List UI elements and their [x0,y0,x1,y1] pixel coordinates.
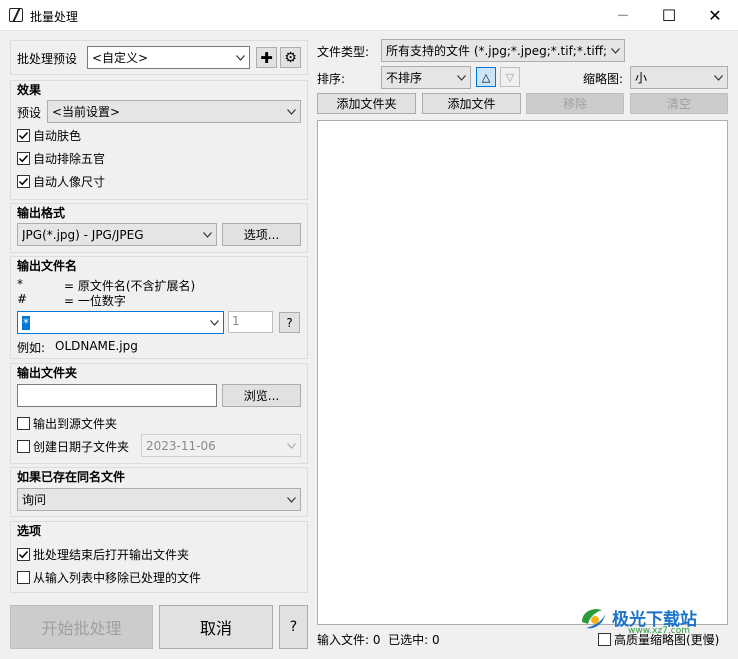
options-title: 选项 [17,524,42,538]
output-folder-input[interactable] [17,384,217,407]
cancel-button[interactable]: 取消 [159,605,273,649]
file-list[interactable] [317,120,728,625]
auto-exclude-features-checkbox[interactable]: 自动排除五官 [17,150,105,167]
digit-count-input[interactable]: 1 [228,311,273,333]
legend-symbol: * [17,277,23,291]
chevron-down-icon [282,435,300,456]
add-preset-button[interactable]: ✚ [256,47,277,68]
remove-button[interactable]: 移除 [526,93,624,114]
checkbox-box [598,633,611,646]
filetype-value: 所有支持的文件 (*.jpg;*.jpeg;*.tif;*.tiff;*.h [386,44,606,58]
triangle-up-icon: △ [481,70,491,84]
date-subfolder-checkbox[interactable]: 创建日期子文件夹 [17,438,129,455]
output-format-value: JPG(*.jpg) - JPG/JPEG [22,227,144,242]
filetype-select[interactable]: 所有支持的文件 (*.jpg;*.jpeg;*.tif;*.tiff;*.h [381,39,625,62]
checkbox-box [17,440,30,453]
watermark-url: www.xz7.com [628,626,690,636]
thumbnail-select[interactable]: 小 [630,66,728,89]
minimize-button[interactable]: ─ [600,0,646,31]
checkbox-box [17,548,30,561]
auto-portrait-size-checkbox[interactable]: 自动人像尺寸 [17,173,105,190]
filename-help-button[interactable]: ? [279,312,300,333]
checkbox-box [17,175,30,188]
legend-description: = 一位数字 [64,294,126,308]
plus-icon: ✚ [260,48,273,67]
status-text: 输入文件: 0 已选中: 0 [317,633,440,647]
add-file-button[interactable]: 添加文件 [422,93,521,114]
preset-settings-button[interactable]: ⚙ [280,47,301,68]
thumbnail-label: 缩略图: [583,72,624,86]
conflict-value: 询问 [22,493,47,507]
conflict-title: 如果已存在同名文件 [17,470,126,484]
preset-select[interactable]: <自定义> [87,46,250,69]
checkbox-label: 自动排除五官 [33,152,106,166]
sort-label: 排序: [317,72,346,86]
checkbox-label: 从输入列表中移除已处理的文件 [33,571,202,585]
maximize-button[interactable]: ☐ [646,0,692,31]
checkbox-box [17,417,30,430]
checkbox-label: 输出到源文件夹 [33,417,118,431]
chevron-down-icon [709,67,727,88]
filename-pattern-value: * [22,315,30,330]
example-value: OLDNAME.jpg [55,339,138,353]
thumbnail-value: 小 [635,71,648,85]
close-button[interactable]: ✕ [692,0,738,31]
sort-ascending-button[interactable]: △ [476,67,496,87]
help-button[interactable]: ? [279,605,308,649]
sort-descending-button[interactable]: ▽ [500,67,520,87]
chevron-down-icon [198,224,216,245]
chevron-down-icon [231,47,249,68]
gear-icon: ⚙ [284,49,297,66]
browse-button[interactable]: 浏览... [222,384,301,407]
checkbox-label: 批处理结束后打开输出文件夹 [33,548,190,562]
chevron-down-icon [282,489,300,510]
sort-select[interactable]: 不排序 [381,66,471,89]
filename-pattern-input[interactable]: * [17,311,224,334]
output-format-select[interactable]: JPG(*.jpg) - JPG/JPEG [17,223,217,246]
effects-preset-value: <当前设置> [52,105,121,119]
effects-preset-select[interactable]: <当前设置> [47,100,301,123]
window-title: 批量处理 [30,10,79,24]
remove-processed-checkbox[interactable]: 从输入列表中移除已处理的文件 [17,569,201,586]
output-to-source-checkbox[interactable]: 输出到源文件夹 [17,415,117,432]
watermark-logo-icon [578,604,608,634]
auto-skin-checkbox[interactable]: 自动肤色 [17,127,81,144]
open-output-folder-checkbox[interactable]: 批处理结束后打开输出文件夹 [17,546,189,563]
checkbox-box [17,129,30,142]
clear-button[interactable]: 清空 [630,93,728,114]
legend-symbol: # [17,292,28,306]
preset-select-value: <自定义> [92,51,149,65]
effects-title: 效果 [17,83,42,97]
app-icon [9,8,23,22]
output-format-title: 输出格式 [17,206,66,220]
chevron-down-icon [606,40,624,61]
triangle-down-icon: ▽ [505,70,515,84]
checkbox-box [17,152,30,165]
output-filename-title: 输出文件名 [17,259,78,273]
format-options-button[interactable]: 选项... [222,223,301,246]
chevron-down-icon [452,67,470,88]
chevron-down-icon [282,101,300,122]
output-folder-title: 输出文件夹 [17,366,78,380]
chevron-down-icon [205,312,223,333]
filetype-label: 文件类型: [317,45,370,59]
effects-preset-label: 预设 [17,106,42,120]
checkbox-box [17,571,30,584]
checkbox-label: 自动肤色 [33,129,82,143]
date-value: 2023-11-06 [146,438,216,453]
checkbox-label: 创建日期子文件夹 [33,440,130,454]
sort-value: 不排序 [386,71,423,85]
conflict-select[interactable]: 询问 [17,488,301,511]
checkbox-label: 自动人像尺寸 [33,175,106,189]
date-select[interactable]: 2023-11-06 [141,434,301,457]
add-folder-button[interactable]: 添加文件夹 [317,93,416,114]
example-label: 例如: [17,341,46,355]
preset-label: 批处理预设 [17,52,78,66]
start-batch-button[interactable]: 开始批处理 [10,605,153,649]
